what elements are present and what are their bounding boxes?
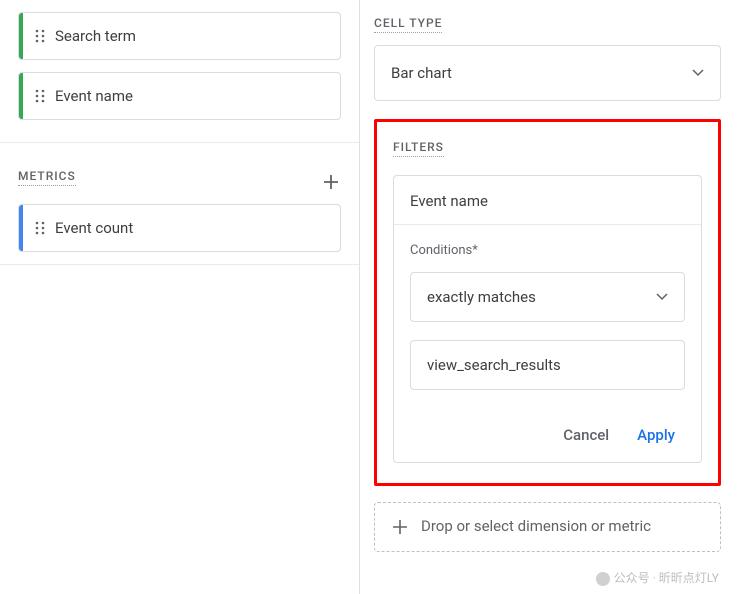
chevron-down-icon — [692, 69, 704, 77]
watermark: 公众号 · 昕昕点灯LY — [596, 569, 719, 586]
plus-icon — [391, 518, 409, 536]
dimension-label: Search term — [55, 27, 136, 45]
conditions-label: Conditions* — [410, 243, 685, 258]
filter-value-input[interactable]: view_search_results — [410, 340, 685, 390]
match-type-value: exactly matches — [427, 288, 536, 306]
cell-type-value: Bar chart — [391, 64, 452, 82]
chevron-down-icon — [656, 293, 668, 301]
divider — [0, 264, 359, 265]
divider — [0, 142, 359, 143]
drag-handle-icon[interactable] — [23, 221, 55, 235]
dimension-chip-event-name[interactable]: Event name — [18, 72, 341, 120]
filter-card: Event name Conditions* exactly matches v… — [393, 175, 702, 463]
metric-label: Event count — [55, 219, 133, 237]
metric-chip-event-count[interactable]: Event count — [18, 204, 341, 252]
metrics-section-label: METRICS — [18, 169, 76, 186]
filter-dimension-name[interactable]: Event name — [394, 176, 701, 225]
match-type-dropdown[interactable]: exactly matches — [410, 272, 685, 322]
filter-value-text: view_search_results — [427, 356, 561, 374]
add-metric-icon[interactable] — [321, 172, 341, 192]
cell-type-dropdown[interactable]: Bar chart — [374, 45, 721, 101]
dimension-label: Event name — [55, 87, 133, 105]
filters-highlight-box: FILTERS Event name Conditions* exactly m… — [374, 119, 721, 486]
cell-type-section-label: CELL TYPE — [374, 16, 442, 33]
cancel-button[interactable]: Cancel — [563, 426, 609, 444]
drop-zone[interactable]: Drop or select dimension or metric — [374, 502, 721, 552]
drag-handle-icon[interactable] — [23, 89, 55, 103]
apply-button[interactable]: Apply — [637, 426, 675, 444]
drag-handle-icon[interactable] — [23, 29, 55, 43]
drop-zone-text: Drop or select dimension or metric — [421, 517, 651, 537]
dimension-chip-search-term[interactable]: Search term — [18, 12, 341, 60]
filters-section-label: FILTERS — [393, 140, 444, 157]
